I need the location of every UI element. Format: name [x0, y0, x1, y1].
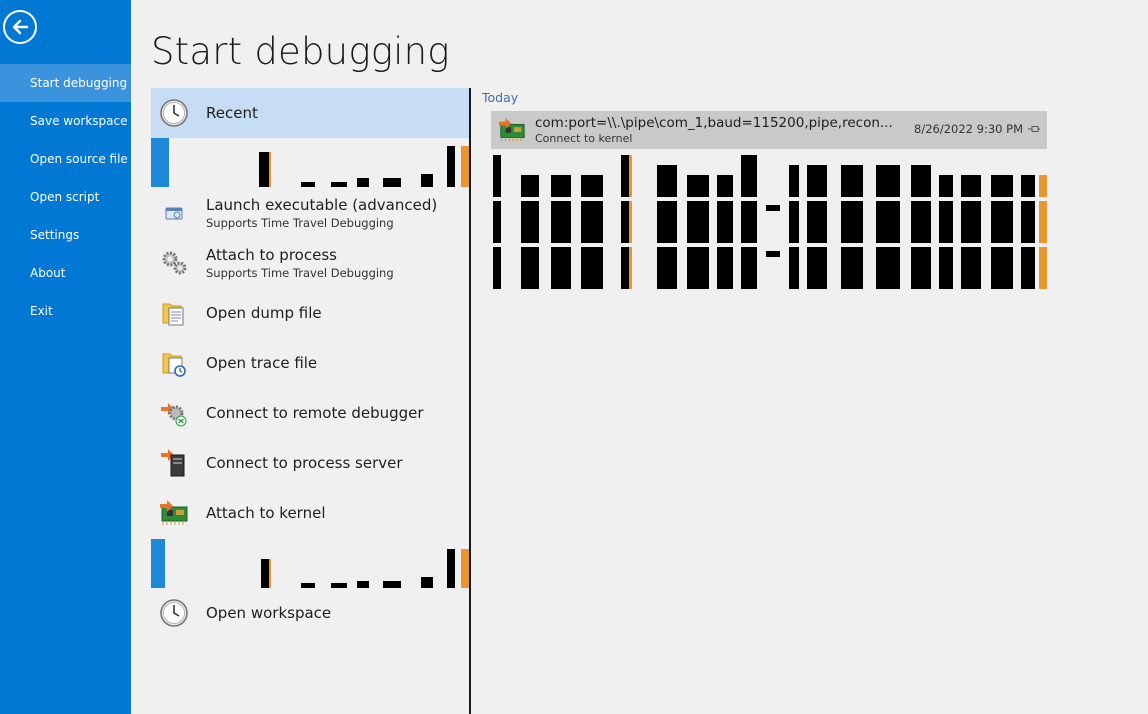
recent-entry[interactable]: com:port=\\.\pipe\com_1,baud=115200,pipe… — [491, 111, 1047, 149]
clock-icon — [157, 596, 191, 630]
category-sublabel: Supports Time Travel Debugging — [206, 216, 394, 230]
kernel-board-icon — [497, 115, 527, 145]
category-launch-executable[interactable]: Launch executable (advanced) Supports Ti… — [151, 188, 469, 238]
category-sublabel: Supports Time Travel Debugging — [206, 266, 394, 280]
recent-group-header: Today — [482, 90, 519, 105]
sidebar: Start debugging Save workspace Open sour… — [0, 0, 131, 714]
category-list: Recent Launch executable (advanced) Supp… — [151, 88, 470, 714]
gears-icon — [157, 246, 191, 280]
category-connect-process-server[interactable]: Connect to process server — [151, 438, 469, 488]
category-connect-remote-debugger[interactable]: Connect to remote debugger — [151, 388, 469, 438]
category-label: Attach to kernel — [206, 504, 326, 522]
category-label: Open dump file — [206, 304, 322, 322]
rendering-artifact — [151, 138, 469, 187]
sidebar-item-start-debugging[interactable]: Start debugging — [0, 64, 131, 102]
rendering-artifact — [491, 155, 1047, 289]
recent-entry-subtitle: Connect to kernel — [535, 132, 633, 145]
sidebar-item-exit[interactable]: Exit — [0, 292, 131, 330]
category-label: Launch executable (advanced) — [206, 196, 438, 214]
category-open-trace-file[interactable]: Open trace file — [151, 338, 469, 388]
back-button[interactable] — [3, 10, 37, 44]
recent-entry-title: com:port=\\.\pipe\com_1,baud=115200,pipe… — [535, 115, 893, 131]
category-attach-kernel[interactable]: Attach to kernel — [151, 488, 469, 538]
category-label: Connect to process server — [206, 454, 403, 472]
panel-divider — [469, 88, 471, 714]
category-open-workspace[interactable]: Open workspace — [151, 588, 469, 638]
sidebar-item-save-workspace[interactable]: Save workspace — [0, 102, 131, 140]
rendering-artifact — [151, 539, 469, 588]
category-label: Connect to remote debugger — [206, 404, 424, 422]
page-title: Start debugging — [151, 30, 450, 73]
launch-executable-icon — [157, 196, 191, 230]
category-label: Open workspace — [206, 604, 332, 622]
category-recent[interactable]: Recent — [151, 88, 469, 138]
pin-icon[interactable] — [1027, 123, 1041, 135]
clock-icon — [157, 96, 191, 130]
dump-file-icon — [157, 296, 191, 330]
category-label: Attach to process — [206, 246, 337, 264]
category-open-dump-file[interactable]: Open dump file — [151, 288, 469, 338]
sidebar-item-settings[interactable]: Settings — [0, 216, 131, 254]
category-attach-to-process[interactable]: Attach to process Supports Time Travel D… — [151, 238, 469, 288]
category-label: Open trace file — [206, 354, 318, 372]
recent-entry-date: 8/26/2022 9:30 PM — [914, 122, 1023, 136]
sidebar-nav: Start debugging Save workspace Open sour… — [0, 64, 131, 330]
sidebar-item-open-source-file[interactable]: Open source file — [0, 140, 131, 178]
kernel-board-icon — [157, 496, 191, 530]
process-server-icon — [157, 446, 191, 480]
sidebar-item-about[interactable]: About — [0, 254, 131, 292]
back-arrow-icon — [12, 19, 29, 35]
sidebar-item-open-script[interactable]: Open script — [0, 178, 131, 216]
trace-file-icon — [157, 346, 191, 380]
category-label: Recent — [206, 104, 258, 122]
remote-debugger-icon — [157, 396, 191, 430]
